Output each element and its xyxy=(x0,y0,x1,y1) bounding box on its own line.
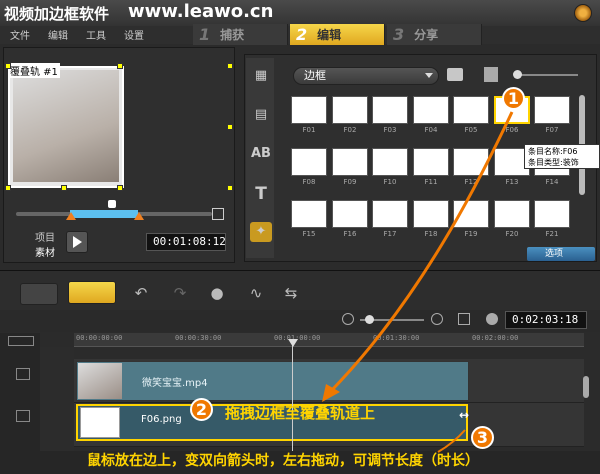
resize-arrow xyxy=(437,429,466,453)
annotation-drag-text: 拖拽边框至覆叠轨道上 xyxy=(225,404,376,422)
annotation-resize-text: 鼠标放在边上，变双向箭头时，左右拖动，可调节长度（时长） xyxy=(87,453,479,469)
step-badge-1: 1 xyxy=(502,87,525,110)
drag-arrow xyxy=(328,111,514,394)
step-badge-3: 3 xyxy=(471,426,494,449)
drag-arrowhead xyxy=(322,384,340,402)
step-badge-2: 2 xyxy=(190,398,213,421)
